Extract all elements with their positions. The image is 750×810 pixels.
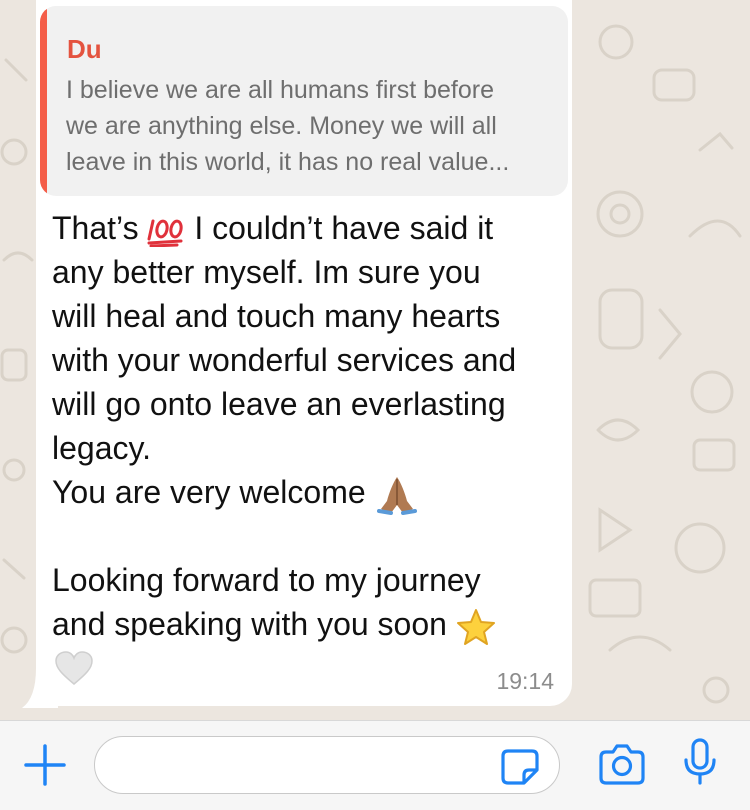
message-line-text: and speaking with you soon	[52, 606, 456, 642]
star-icon	[456, 608, 495, 645]
message-line: will go onto leave an everlasting	[52, 386, 506, 422]
message-line: legacy.	[52, 430, 152, 466]
message-body: That’s I couldn’t have said it any bette…	[52, 206, 562, 646]
camera-icon[interactable]	[598, 742, 646, 786]
message-line: with your wonderful services and	[52, 342, 517, 378]
message-line: any better myself. Im sure you	[52, 254, 481, 290]
message-line: will heal and touch many hearts	[52, 298, 501, 334]
message-input[interactable]	[94, 736, 560, 794]
quoted-text-line: leave in this world, it has no real valu…	[66, 148, 510, 176]
message-line-text: I couldn’t have said it	[185, 210, 494, 246]
plus-icon[interactable]	[22, 742, 68, 788]
quote-accent-bar	[40, 6, 47, 196]
white-heart-icon[interactable]	[54, 650, 94, 686]
hundred-points-icon	[147, 219, 184, 247]
quoted-author: Du	[67, 34, 102, 64]
message-line: That’s I couldn’t have said it	[52, 206, 562, 250]
sticker-icon[interactable]	[500, 748, 540, 786]
quoted-text-line: we are anything else. Money we will all	[66, 112, 497, 140]
message-line	[52, 514, 562, 558]
message-timestamp: 19:14	[496, 668, 554, 694]
quoted-message[interactable]: Du I believe we are all humans first bef…	[40, 6, 568, 196]
message-line-text: You are very welcome	[52, 474, 375, 510]
message-line: Looking forward to my journey	[52, 562, 481, 598]
message-line-text: That’s	[52, 210, 148, 246]
quoted-text-line: I believe we are all humans first before	[66, 76, 494, 104]
microphone-icon[interactable]	[682, 738, 718, 786]
quoted-text: I believe we are all humans first before…	[66, 72, 556, 180]
message-line: You are very welcome	[52, 470, 562, 515]
message-line: and speaking with you soon	[52, 602, 562, 646]
bubble-tail	[22, 668, 58, 708]
folded-hands-icon	[376, 476, 417, 515]
